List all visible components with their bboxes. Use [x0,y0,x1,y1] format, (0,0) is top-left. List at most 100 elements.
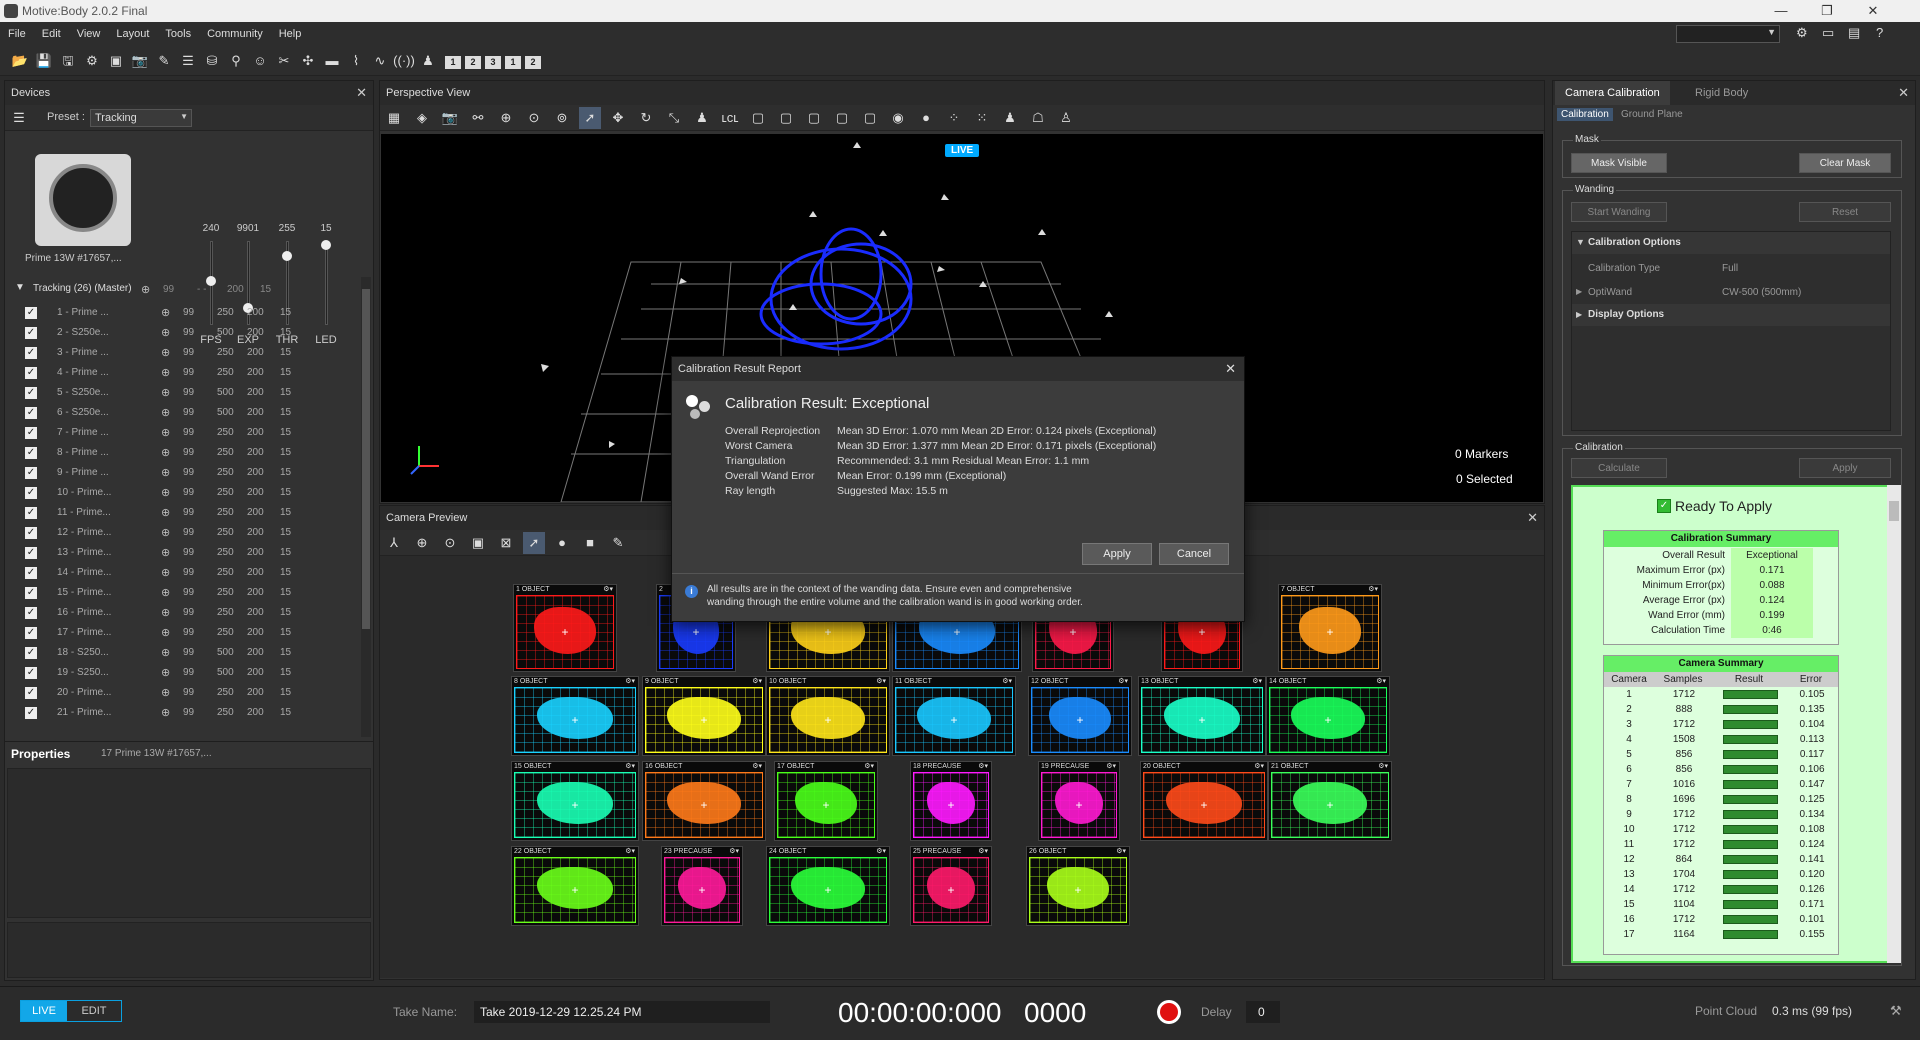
mask-visible-button[interactable]: Mask Visible [1571,153,1667,173]
device-led[interactable]: 15 [280,683,291,703]
device-exp[interactable]: 250 [217,363,234,383]
reset-button[interactable]: Reset [1799,202,1891,222]
device-checkbox[interactable]: ✓ [25,547,37,559]
device-thr[interactable]: 200 [247,543,264,563]
expand-icon[interactable]: ▼ [15,282,25,293]
device-exp[interactable]: 250 [217,343,234,363]
camera-tile[interactable]: 25 PRECAUSE ⚙▾ + [910,846,992,926]
device-checkbox[interactable]: ✓ [25,687,37,699]
view-1-icon[interactable]: ▢ [747,107,769,129]
device-thr[interactable]: 200 [247,703,264,723]
device-thr[interactable]: 200 [247,343,264,363]
menu-view[interactable]: View [69,22,109,46]
device-row[interactable]: ✓ 21 - Prime... ⊕ 99 250 200 15 [13,703,353,723]
device-exp[interactable]: 500 [217,383,234,403]
device-row[interactable]: ✓ 4 - Prime ... ⊕ 99 250 200 15 [13,363,353,383]
device-exp[interactable]: 250 [217,303,234,323]
select-icon[interactable]: ➚ [579,107,601,129]
device-led[interactable]: 15 [280,703,291,723]
clear-mask-icon[interactable]: ⊠ [495,532,517,554]
tile-options-icon[interactable]: ⚙▾ [625,847,635,856]
broadcast-icon[interactable]: ((·)) [393,50,415,72]
device-led[interactable]: 15 [280,343,291,363]
pen-icon[interactable]: ✎ [607,532,629,554]
edit-mode-button[interactable]: EDIT [69,1001,119,1021]
device-led[interactable]: 15 [280,523,291,543]
tile-options-icon[interactable]: ⚙▾ [1106,762,1116,771]
tile-options-icon[interactable]: ⚙▾ [1376,677,1386,686]
calibration-type-value[interactable]: Full [1722,263,1738,274]
camera-tile[interactable]: 11 OBJECT ⚙▾ + [892,676,1016,756]
camera-tile[interactable]: 26 OBJECT ⚙▾ + [1026,846,1130,926]
device-thr[interactable]: 200 [247,303,264,323]
device-led[interactable]: 15 [280,463,291,483]
marker-links-icon[interactable]: ⁙ [971,107,993,129]
device-checkbox[interactable]: ✓ [25,387,37,399]
close-icon[interactable]: ✕ [356,81,367,105]
device-thr[interactable]: 200 [247,443,264,463]
device-thr[interactable]: 200 [247,683,264,703]
tab-rigid-body[interactable]: Rigid Body [1689,81,1754,105]
eye-icon[interactable]: ◉ [887,107,909,129]
rotate-icon[interactable]: ↻ [635,107,657,129]
rectangle-icon[interactable]: ▬ [321,50,343,72]
camera-tile[interactable]: 15 OBJECT ⚙▾ + [511,761,639,841]
view-5-icon[interactable]: ▢ [859,107,881,129]
body-icon[interactable]: ♟ [999,107,1021,129]
device-led[interactable]: 15 [280,583,291,603]
subtab-ground-plane[interactable]: Ground Plane [1621,109,1683,120]
device-row[interactable]: ✓ 1 - Prime ... ⊕ 99 250 200 15 [13,303,353,323]
device-fps[interactable]: 99 [183,443,194,463]
close-icon[interactable]: ✕ [1225,361,1236,377]
device-checkbox[interactable]: ✓ [25,507,37,519]
mask-icon[interactable]: ▣ [467,532,489,554]
device-thr[interactable]: 200 [247,643,264,663]
tile-options-icon[interactable]: ⚙▾ [978,847,988,856]
layout-1-button[interactable]: 1 [445,55,462,69]
tile-options-icon[interactable]: ⚙▾ [978,762,988,771]
subtab-calibration[interactable]: Calibration [1557,108,1613,121]
device-row[interactable]: ✓ 6 - S250e... ⊕ 99 500 200 15 [13,403,353,423]
skeleton-view-icon[interactable]: ☖ [1027,107,1049,129]
camera-tile[interactable]: 1 OBJECT ⚙▾ + [513,584,617,672]
zoom-in-icon[interactable]: ⊕ [411,532,433,554]
scrollbar-thumb[interactable] [1889,501,1899,521]
tile-options-icon[interactable]: ⚙▾ [625,762,635,771]
tools-icon[interactable]: ⚒ [1890,1003,1902,1019]
move-icon[interactable]: ✥ [607,107,629,129]
skeleton-icon[interactable]: ♟ [691,107,713,129]
camera-tile[interactable]: 8 OBJECT ⚙▾ + [511,676,639,756]
device-row[interactable]: ✓ 9 - Prime ... ⊕ 99 250 200 15 [13,463,353,483]
device-checkbox[interactable]: ✓ [25,327,37,339]
camera-tile[interactable]: 20 OBJECT ⚙▾ + [1140,761,1268,841]
device-checkbox[interactable]: ✓ [25,467,37,479]
menu-layout[interactable]: Layout [108,22,157,46]
device-checkbox[interactable]: ✓ [25,607,37,619]
device-checkbox[interactable]: ✓ [25,427,37,439]
local-icon[interactable]: ʟᴄʟ [719,107,741,129]
list-icon[interactable]: ☰ [8,107,30,129]
tile-options-icon[interactable]: ⚙▾ [752,762,762,771]
device-thr[interactable]: 200 [247,423,264,443]
nodes-icon[interactable]: ⚯ [467,107,489,129]
cube-icon[interactable]: ◈ [411,107,433,129]
close-icon[interactable]: ✕ [1898,81,1909,105]
device-fps[interactable]: 99 [183,563,194,583]
device-exp[interactable]: 250 [217,683,234,703]
device-led[interactable]: 15 [280,363,291,383]
layout-5-button[interactable]: 2 [525,55,542,69]
settings-icon[interactable]: ⚙ [81,50,103,72]
layout-4-button[interactable]: 1 [505,55,522,69]
tile-options-icon[interactable]: ⚙▾ [625,677,635,686]
device-thr[interactable]: 200 [247,463,264,483]
device-checkbox[interactable]: ✓ [25,707,37,719]
camera-tile[interactable]: 10 OBJECT ⚙▾ + [766,676,890,756]
zoom-region-icon[interactable]: ⊚ [551,107,573,129]
display-options-header[interactable]: ▶ Display Options [1572,304,1890,326]
device-led[interactable]: 15 [280,643,291,663]
calibration-options-header[interactable]: ▼ Calibration Options [1572,232,1890,254]
device-exp[interactable]: 250 [217,443,234,463]
device-checkbox[interactable]: ✓ [25,447,37,459]
zoom-fit-icon[interactable]: ⊙ [439,532,461,554]
tile-options-icon[interactable]: ⚙▾ [876,847,886,856]
